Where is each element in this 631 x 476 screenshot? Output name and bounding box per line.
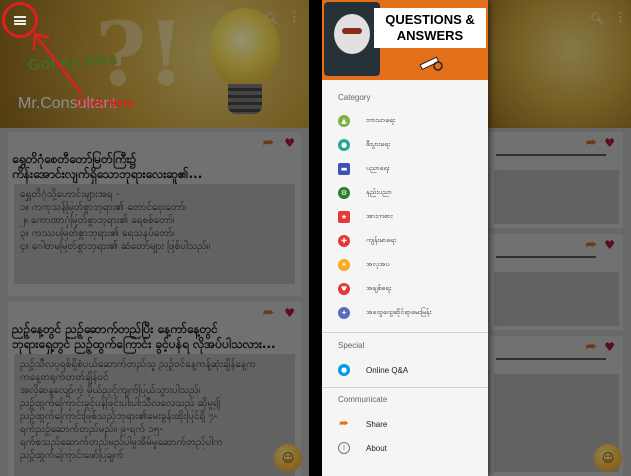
category-item-sports[interactable]: ★ အားကစား [322, 206, 488, 228]
hamburger-menu-icon[interactable] [14, 15, 26, 25]
share-icon: ⮫ [585, 340, 597, 354]
background-banner [482, 0, 631, 128]
share-icon[interactable]: ⮫ [263, 306, 274, 321]
favorite-heart-icon[interactable]: ♥ [284, 306, 295, 321]
question-card[interactable]: ⮫ ♥ ရွှေတိဂုံစေတီတော်မြတ်ကြီး၌ ကိန်းအောင… [8, 132, 301, 296]
share-icon: ⮫ [585, 136, 597, 150]
chat-icon: ● [338, 364, 350, 376]
communicate-item-share[interactable]: ⮫ Share [322, 413, 488, 435]
category-item-technology[interactable]: ⚙ နည်းပညာ [322, 182, 488, 204]
category-heading: Category [338, 93, 371, 102]
special-item-online-qa[interactable]: ● Online Q&A [322, 359, 488, 381]
answer-body: ရွှေတိဂုံသို့ဟောင်းများအရ - ၁။ ကကုသန်မြတ… [14, 184, 295, 284]
favorite-heart-icon: ♥ [604, 340, 615, 354]
favorite-heart-icon[interactable]: ♥ [284, 136, 295, 151]
thinker-illustration [324, 2, 380, 76]
share-icon: ⮫ [585, 238, 597, 252]
search-icon[interactable]: 🔍︎ [264, 12, 278, 25]
runner-icon: ★ [338, 211, 350, 223]
money-icon: ● [338, 139, 350, 151]
question-title: ညဉ့်နေ့တွင် ညဉ့်ဆောက်တည်ပြီး နေ့ကာ်နေ့တွ… [12, 322, 276, 351]
answer-body: ညဉ့်သီလပုရစ်ရှိစံပယ်ဆောက်တည်သူ ညဉ့်ဝင်နေ… [14, 354, 295, 476]
overflow-menu-icon[interactable]: ⋮ [288, 10, 301, 25]
gear-icon: ⚙ [338, 187, 350, 199]
communicate-heading: Communicate [338, 395, 388, 404]
question-card[interactable]: ⮫ ♥ ညဉ့်နေ့တွင် ညဉ့်ဆောက်တည်ပြီး နေ့ကာ်န… [8, 302, 301, 476]
background-card: ⮫ ♥ [490, 132, 623, 228]
reaction-emoji-icon: ☺ [594, 444, 622, 472]
favorite-heart-icon: ♥ [604, 238, 615, 252]
drawer-divider [322, 332, 488, 333]
pencil-icon [419, 56, 443, 71]
category-item-education[interactable]: ▬ ပညာရေး [322, 158, 488, 180]
drawer-title: QUESTIONS & ANSWERS [374, 8, 486, 48]
main-screen: ?! Got An Idea Mr.Consultant 🔍︎ ⋮ ⮫ ♥ ရွ… [0, 0, 309, 476]
category-item-beauty[interactable]: ☀ အလှအပ [322, 254, 488, 276]
favorite-heart-icon: ♥ [604, 136, 615, 150]
drawer-screen: 🔍︎ ⋮ ⮫ ♥ ⮫ ♥ ⮫ ♥ ☺ QUESTIONS & ANSWERS C… [322, 0, 631, 476]
click-here-annotation: Click Here [76, 96, 135, 110]
search-icon[interactable]: 🔍︎ [590, 12, 604, 25]
category-item-general[interactable]: ✦ အထွေထွေဆိုင်ရာမေးမြန်း [322, 302, 488, 324]
reaction-emoji-icon[interactable]: ☺ [274, 444, 302, 472]
drawer-divider [322, 387, 488, 388]
category-item-love[interactable]: ♥ အချစ်ရေး [322, 278, 488, 300]
category-item-business[interactable]: ● စီးပွားရေး [322, 134, 488, 156]
annotation-arrow-icon [32, 32, 83, 95]
communicate-item-about[interactable]: i About [322, 437, 488, 459]
category-item-health[interactable]: ✚ ကျန်းမာရေး [322, 230, 488, 252]
question-title: ရွှေတိဂုံစေတီတော်မြတ်ကြီး၌ ကိန်းအောင်းလျ… [12, 152, 203, 181]
drawer-header: QUESTIONS & ANSWERS [322, 0, 488, 80]
overflow-menu-icon[interactable]: ⋮ [614, 10, 627, 25]
lotus-icon: ▲ [338, 115, 350, 127]
info-icon: i [338, 442, 350, 454]
share-icon[interactable]: ⮫ [263, 136, 274, 151]
sun-icon: ☀ [338, 259, 350, 271]
background-card: ⮫ ♥ [490, 234, 623, 330]
heart-icon: ♥ [338, 283, 350, 295]
navigation-drawer: QUESTIONS & ANSWERS Category ▲ ဘာသာရေး ●… [322, 0, 488, 476]
book-icon: ▬ [338, 163, 350, 175]
category-item-religion[interactable]: ▲ ဘာသာရေး [322, 110, 488, 132]
health-cross-icon: ✚ [338, 235, 350, 247]
share-icon: ⮫ [339, 418, 349, 430]
lightbulb-base [228, 84, 262, 114]
special-heading: Special [338, 341, 365, 350]
misc-icon: ✦ [338, 307, 350, 319]
